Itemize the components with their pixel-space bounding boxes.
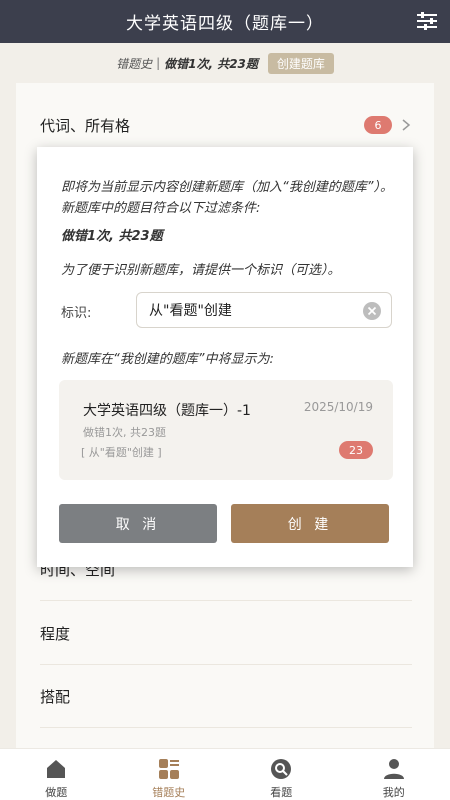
tab-profile[interactable]: 我的 xyxy=(338,749,450,800)
tab-label: 做题 xyxy=(45,786,68,799)
tab-history[interactable]: 错题史 xyxy=(113,749,226,800)
cancel-button[interactable]: 取 消 xyxy=(59,504,217,543)
list-item-label: 程度 xyxy=(40,625,71,643)
separator: | xyxy=(156,56,161,70)
clear-icon[interactable] xyxy=(362,301,382,321)
home-icon xyxy=(47,760,66,778)
list-item[interactable]: 程度 xyxy=(40,603,412,665)
preview-date: 2025/10/19 xyxy=(303,400,373,414)
create-bank-dialog: 即将为当前显示内容创建新题库（加入“我创建的题库”）。新题库中的题目符合以下过滤… xyxy=(37,147,413,567)
create-button[interactable]: 创 建 xyxy=(231,504,389,543)
list-item-label: 代词、所有格 xyxy=(40,117,131,135)
tab-label: 错题史 xyxy=(152,786,186,799)
preview-intro-text: 新题库在“我创建的题库”中将显示为: xyxy=(61,352,274,367)
dialog-intro-text: 即将为当前显示内容创建新题库（加入“我创建的题库”）。新题库中的题目符合以下过滤… xyxy=(61,180,393,216)
tab-browse[interactable]: 看题 xyxy=(225,749,338,800)
tab-label: 我的 xyxy=(382,786,405,799)
preview-source-tag: [ 从"看题"创建 ] xyxy=(81,446,162,459)
top-bar: 大学英语四级（题库一） xyxy=(0,0,450,43)
filter-condition: 做错1次, 共23题 xyxy=(164,56,258,71)
list-item[interactable]: 搭配 xyxy=(40,666,412,728)
search-bubble-icon xyxy=(271,759,292,779)
list-item-label: 搭配 xyxy=(40,688,71,706)
dialog-filter-condition: 做错1次, 共23题 xyxy=(61,229,163,244)
preview-title: 大学英语四级（题库一）-1 xyxy=(83,403,251,419)
bottom-tab-bar: 做题 错题史 看题 我的 xyxy=(0,748,450,800)
identifier-label: 标识: xyxy=(61,306,92,321)
tab-practice[interactable]: 做题 xyxy=(0,749,113,800)
create-bank-button[interactable]: 创建题库 xyxy=(267,52,334,74)
identifier-input[interactable]: 从"看题"创建 xyxy=(136,292,392,328)
count-badge: 6 xyxy=(364,116,392,134)
page-title: 大学英语四级（题库一） xyxy=(126,14,324,34)
filter-summary-bar: 错题史 | 做错1次, 共23题 创建题库 xyxy=(0,43,450,83)
grid-list-icon xyxy=(158,759,179,779)
tab-label: 看题 xyxy=(270,786,293,799)
history-label: 错题史 xyxy=(116,56,153,71)
chevron-right-icon xyxy=(402,119,411,131)
preview-count-badge: 23 xyxy=(339,441,373,459)
identifier-value: 从"看题"创建 xyxy=(149,303,232,319)
preview-condition: 做错1次, 共23题 xyxy=(83,426,166,439)
filter-sliders-icon[interactable] xyxy=(416,11,438,31)
bank-preview-card: 大学英语四级（题库一）-1 2025/10/19 做错1次, 共23题 [ 从"… xyxy=(59,380,393,480)
person-icon xyxy=(383,759,404,779)
dialog-prompt-text: 为了便于识别新题库，请提供一个标识（可选）。 xyxy=(61,263,341,278)
